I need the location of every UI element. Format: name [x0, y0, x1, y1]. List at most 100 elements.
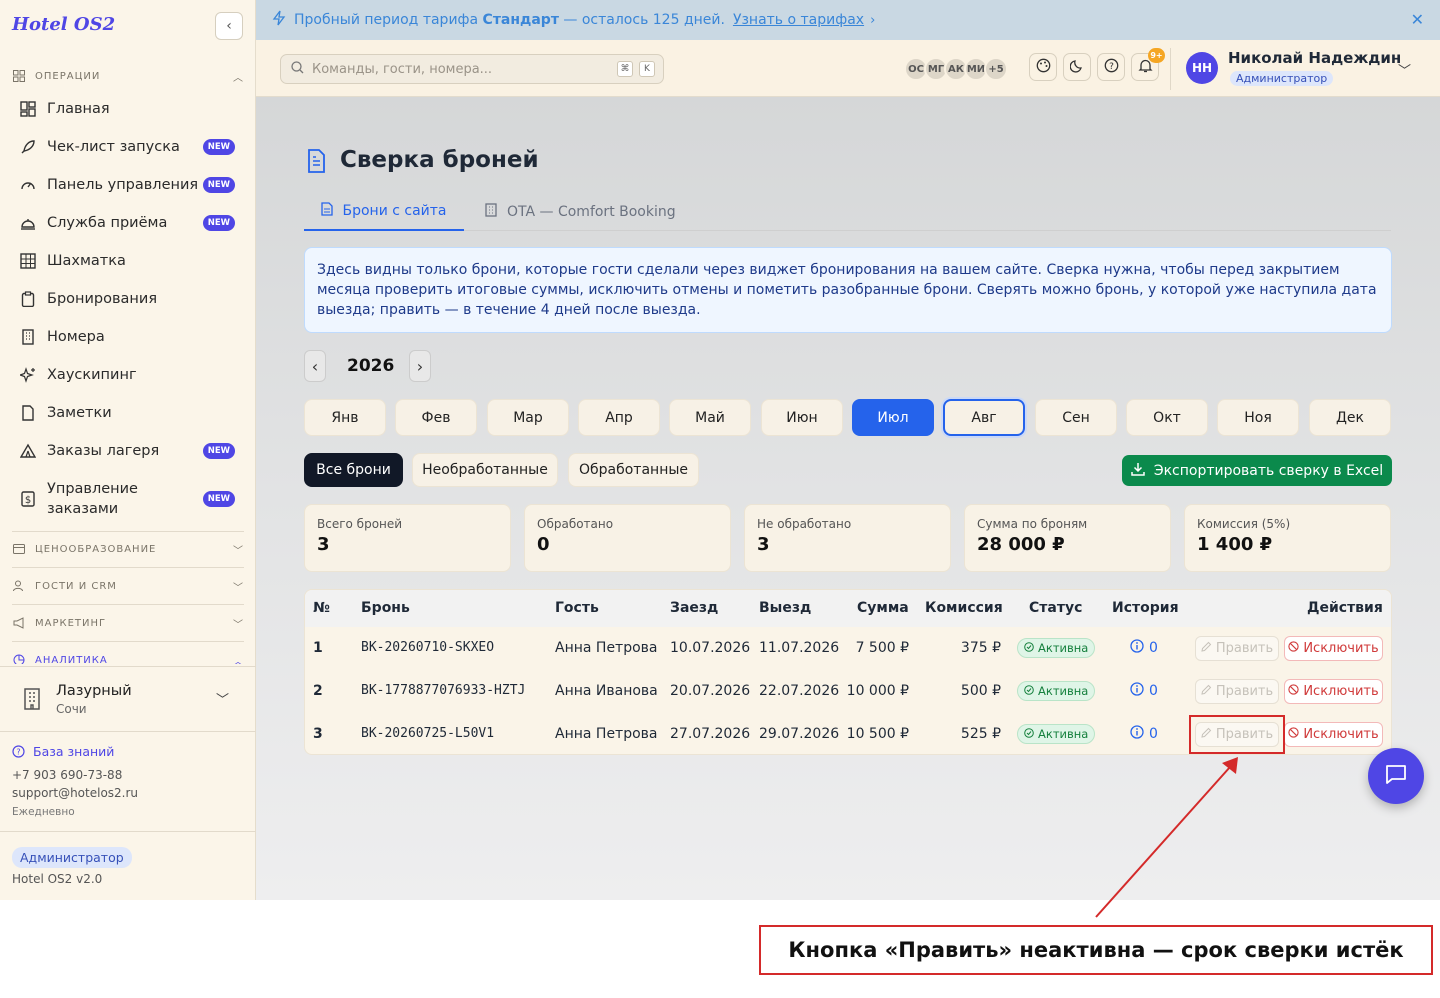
ban-icon — [1288, 641, 1299, 656]
chat-button[interactable] — [1368, 748, 1424, 804]
sidebar-item-launch-checklist[interactable]: Чек-лист запуска NEW — [12, 128, 244, 166]
booking-sum: 7 500 ₽ — [855, 640, 909, 656]
month-jul[interactable]: Июл — [852, 399, 934, 436]
exclude-button[interactable]: Исключить — [1284, 636, 1383, 661]
user-name[interactable]: Николай Надеждин — [1228, 49, 1401, 67]
col-commission: Комиссия — [925, 600, 1003, 616]
user-avatar[interactable]: НН — [1186, 52, 1218, 84]
month-oct[interactable]: Окт — [1126, 399, 1208, 436]
exclude-button[interactable]: Исключить — [1284, 722, 1383, 747]
stat-label: Не обработано — [757, 517, 852, 531]
gauge-icon — [19, 176, 37, 194]
month-nov[interactable]: Ноя — [1217, 399, 1299, 436]
info-box: Здесь видны только брони, которые гости … — [304, 247, 1392, 333]
dollar-document-icon: $ — [19, 490, 37, 508]
sidebar: Hotel OS2 ‹ ОПЕРАЦИИ ︿ Главная Чек-лист … — [0, 0, 256, 900]
sidebar-item-rooms[interactable]: Номера — [12, 318, 244, 356]
sidebar-item-label: Номера — [47, 329, 105, 345]
banner-plan: Стандарт — [482, 12, 559, 28]
sidebar-item-order-management[interactable]: $ Управление заказами NEW — [12, 478, 244, 520]
month-may[interactable]: Май — [669, 399, 751, 436]
section-analytics[interactable]: АНАЛИТИКА ︿ — [12, 650, 244, 664]
stat-commission: Комиссия (5%) 1 400 ₽ — [1184, 504, 1391, 572]
chevron-left-icon: ‹ — [226, 18, 232, 34]
filter-unprocessed[interactable]: Необработанные — [412, 453, 558, 487]
section-pricing[interactable]: ЦЕНООБРАЗОВАНИЕ ﹀ — [12, 539, 244, 559]
sidebar-item-bookings[interactable]: Бронирования — [12, 280, 244, 318]
edit-label: Править — [1215, 641, 1274, 656]
checkin-date: 27.07.2026 — [670, 726, 751, 742]
tab-site-bookings[interactable]: Брони с сайта — [304, 193, 464, 231]
chevron-right-icon: › — [870, 12, 876, 28]
month-dec[interactable]: Дек — [1309, 399, 1391, 436]
month-jan[interactable]: Янв — [304, 399, 386, 436]
hotel-name: Лазурный — [56, 683, 132, 699]
kbd-k: K — [639, 61, 655, 77]
hotel-city: Сочи — [56, 702, 87, 716]
section-guests-crm[interactable]: ГОСТИ И CRM ﹀ — [12, 576, 244, 596]
note-icon — [19, 404, 37, 422]
month-sep[interactable]: Сен — [1035, 399, 1117, 436]
online-users[interactable]: ОС МГ АК МИ +5 — [904, 57, 1008, 81]
command-search[interactable]: Команды, гости, номера... ⌘ K — [280, 54, 664, 84]
help-circle-icon: ? — [12, 744, 26, 759]
stat-label: Всего броней — [317, 517, 403, 531]
col-checkin: Заезд — [670, 600, 719, 616]
month-apr[interactable]: Апр — [578, 399, 660, 436]
tariffs-link[interactable]: Узнать о тарифах — [733, 12, 864, 28]
month-jun[interactable]: Июн — [761, 399, 843, 436]
month-mar[interactable]: Мар — [487, 399, 569, 436]
sidebar-item-label: Бронирования — [47, 291, 158, 307]
dashboard-icon — [19, 100, 37, 118]
sidebar-item-home[interactable]: Главная — [12, 90, 244, 128]
exclude-label: Исключить — [1303, 641, 1379, 656]
search-input[interactable]: Команды, гости, номера... — [312, 62, 617, 77]
month-feb[interactable]: Фев — [395, 399, 477, 436]
exclude-button[interactable]: Исключить — [1284, 679, 1383, 704]
section-label: МАРКЕТИНГ — [35, 617, 107, 629]
tab-ota[interactable]: OTA — Comfort Booking — [484, 193, 676, 231]
chevron-down-icon[interactable]: ﹀ — [1398, 60, 1411, 79]
knowledge-base-link[interactable]: ? База знаний — [12, 744, 114, 759]
booking-commission: 375 ₽ — [960, 640, 1001, 656]
close-icon[interactable]: ✕ — [1411, 10, 1424, 29]
support-email[interactable]: support@hotelos2.ru — [12, 786, 138, 800]
chevron-down-icon: ﹀ — [233, 619, 244, 631]
sidebar-item-front-desk[interactable]: Служба приёма NEW — [12, 204, 244, 242]
stat-total: Всего броней 3 — [304, 504, 511, 572]
sidebar-item-chessboard[interactable]: Шахматка — [12, 242, 244, 280]
booking-id: BK-1778877076933-HZTJ — [361, 683, 526, 698]
sidebar-item-camp-orders[interactable]: Заказы лагеря NEW — [12, 432, 244, 470]
sidebar-item-control-panel[interactable]: Панель управления NEW — [12, 166, 244, 204]
stat-value: 0 — [537, 534, 550, 555]
trial-banner: Пробный период тарифа Стандарт — осталос… — [256, 0, 1440, 40]
sidebar-item-notes[interactable]: Заметки — [12, 394, 244, 432]
section-operations[interactable]: ОПЕРАЦИИ ︿ — [12, 66, 244, 86]
support-phone[interactable]: +7 903 690-73-88 — [12, 768, 122, 782]
export-excel-button[interactable]: Экспортировать сверку в Excel — [1122, 455, 1392, 486]
next-year-button[interactable]: › — [409, 350, 431, 382]
filter-processed[interactable]: Обработанные — [568, 453, 699, 487]
dark-mode-button[interactable] — [1063, 53, 1091, 81]
brand-logo: Hotel OS2 — [12, 14, 116, 35]
history-button[interactable]: 0 — [1130, 682, 1158, 700]
new-badge: NEW — [202, 443, 235, 459]
col-history: История — [1112, 600, 1179, 616]
year-label: 2026 — [347, 356, 395, 376]
exclude-label: Исключить — [1303, 727, 1379, 742]
theme-palette-button[interactable] — [1029, 53, 1057, 81]
hotel-selector[interactable]: Лазурный Сочи ﹀ — [0, 666, 256, 732]
notifications-button[interactable]: 9+ — [1131, 48, 1165, 81]
col-number: № — [313, 600, 330, 616]
history-button[interactable]: 0 — [1130, 639, 1158, 657]
filter-all[interactable]: Все брони — [304, 453, 403, 487]
stat-value: 1 400 ₽ — [1197, 534, 1273, 555]
row-number: 2 — [313, 683, 323, 699]
prev-year-button[interactable]: ‹ — [304, 350, 326, 382]
sidebar-item-housekeeping[interactable]: Хаускипинг — [12, 356, 244, 394]
help-button[interactable]: ? — [1097, 53, 1125, 81]
month-aug[interactable]: Авг — [943, 399, 1025, 436]
collapse-sidebar-button[interactable]: ‹ — [215, 12, 243, 40]
history-button[interactable]: 0 — [1130, 725, 1158, 743]
section-marketing[interactable]: МАРКЕТИНГ ﹀ — [12, 613, 244, 633]
